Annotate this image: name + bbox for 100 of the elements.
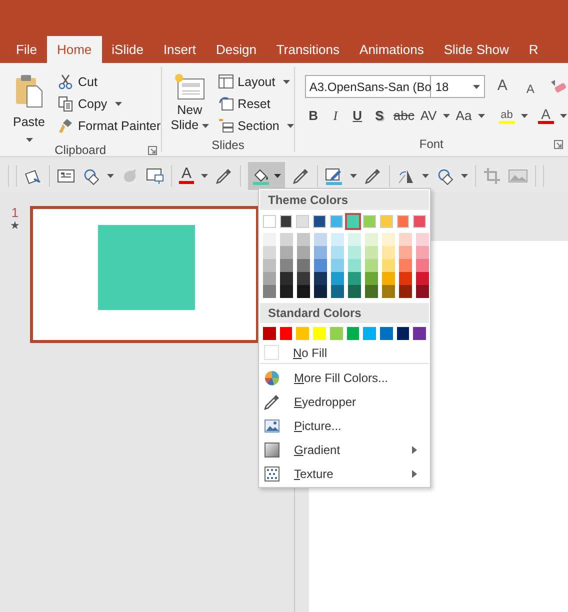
eyedropper-icon[interactable] — [215, 166, 233, 184]
font-color-button[interactable]: A — [538, 108, 554, 124]
caret-icon[interactable] — [560, 114, 567, 118]
layout-button[interactable]: Layout — [218, 71, 294, 93]
color-swatch[interactable] — [313, 327, 326, 340]
color-swatch[interactable] — [263, 246, 276, 259]
color-swatch[interactable] — [348, 259, 361, 272]
color-swatch[interactable] — [382, 246, 395, 259]
color-swatch[interactable] — [363, 215, 376, 228]
increase-font-size-button[interactable]: A — [491, 76, 514, 98]
color-swatch[interactable] — [365, 233, 378, 246]
color-swatch[interactable] — [380, 327, 393, 340]
color-swatch[interactable] — [314, 259, 327, 272]
copy-button[interactable]: Copy — [58, 93, 161, 115]
color-swatch[interactable] — [280, 215, 292, 228]
ribbon-tab[interactable]: R — [518, 36, 548, 63]
caret-icon[interactable] — [350, 174, 357, 178]
color-swatch[interactable] — [363, 327, 376, 340]
color-swatch[interactable] — [365, 285, 378, 298]
spacing-button[interactable]: AV — [420, 106, 437, 126]
caret-icon[interactable] — [283, 80, 290, 84]
caret-icon[interactable] — [461, 174, 468, 178]
font-color-button[interactable]: A — [179, 167, 194, 184]
color-swatch[interactable] — [416, 233, 429, 246]
color-swatch[interactable] — [263, 259, 276, 272]
color-swatch[interactable] — [396, 215, 410, 228]
color-swatch[interactable] — [280, 259, 293, 272]
color-swatch[interactable] — [348, 285, 361, 298]
font-size-field[interactable]: 18 — [431, 75, 486, 98]
shapes-icon[interactable] — [82, 166, 100, 184]
color-swatch[interactable] — [382, 259, 395, 272]
cut-button[interactable]: Cut — [58, 71, 161, 93]
color-swatch[interactable] — [263, 233, 276, 246]
color-swatch[interactable] — [280, 285, 293, 298]
menu-item[interactable]: Texture — [260, 462, 429, 486]
shapes-icon[interactable] — [436, 166, 454, 184]
color-swatch[interactable] — [382, 233, 395, 246]
color-swatch[interactable] — [382, 272, 395, 285]
color-swatch[interactable] — [416, 246, 429, 259]
paste-button[interactable]: Paste — [6, 67, 52, 142]
reset-button[interactable]: Reset — [218, 93, 294, 115]
caret-icon[interactable] — [202, 124, 209, 128]
no-fill-item[interactable]: No Fill — [260, 344, 429, 364]
color-swatch[interactable] — [396, 327, 410, 340]
color-swatch[interactable] — [263, 272, 276, 285]
dialog-launcher-icon[interactable] — [554, 140, 564, 149]
color-swatch[interactable] — [399, 246, 412, 259]
picture-monitor-icon[interactable] — [146, 166, 164, 184]
slide-thumbnail[interactable] — [30, 206, 259, 343]
ribbon-tab[interactable]: Animations — [350, 36, 434, 63]
outline-pen-icon[interactable] — [325, 166, 343, 184]
color-swatch[interactable] — [263, 327, 276, 340]
color-swatch[interactable] — [399, 259, 412, 272]
color-swatch[interactable] — [330, 327, 343, 340]
decrease-font-size-button[interactable]: A — [519, 76, 542, 98]
caret-icon[interactable] — [442, 114, 450, 118]
color-swatch[interactable] — [346, 327, 360, 340]
ribbon-tab[interactable]: File — [6, 36, 47, 63]
color-swatch[interactable] — [399, 233, 412, 246]
color-swatch[interactable] — [413, 327, 426, 340]
bold-button[interactable]: B — [305, 106, 322, 126]
eyedropper-icon[interactable] — [292, 166, 310, 184]
caret-icon[interactable] — [115, 102, 122, 106]
underline-button[interactable]: U — [349, 106, 366, 126]
strike-button[interactable]: abc — [393, 106, 414, 126]
caret-icon[interactable] — [287, 124, 294, 128]
menu-item[interactable]: Eyedropper — [260, 390, 429, 414]
color-swatch[interactable] — [280, 327, 292, 340]
menu-item[interactable]: More Fill Colors... — [260, 366, 429, 390]
color-swatch[interactable] — [314, 285, 327, 298]
color-swatch[interactable] — [348, 233, 361, 246]
ribbon-tab[interactable]: Slide Show — [434, 36, 519, 63]
menu-item[interactable]: Gradient — [260, 438, 429, 462]
color-swatch[interactable] — [365, 272, 378, 285]
color-swatch[interactable] — [280, 272, 293, 285]
color-swatch[interactable] — [263, 285, 276, 298]
caret-icon[interactable] — [201, 174, 208, 178]
caret-icon[interactable] — [26, 138, 32, 142]
caret-icon[interactable] — [274, 174, 281, 178]
color-swatch[interactable] — [280, 233, 293, 246]
color-swatch[interactable] — [297, 246, 310, 259]
color-swatch[interactable] — [330, 215, 343, 228]
crop-icon[interactable] — [483, 166, 501, 184]
ribbon-tab[interactable]: Transitions — [266, 36, 350, 63]
case-button[interactable]: Aa — [456, 106, 472, 126]
ribbon-tab[interactable]: Insert — [153, 36, 206, 63]
color-swatch[interactable] — [297, 233, 310, 246]
color-swatch[interactable] — [297, 259, 310, 272]
dialog-launcher-icon[interactable] — [148, 146, 157, 155]
caret-icon[interactable] — [107, 174, 114, 178]
shape-fill-button[interactable] — [248, 162, 285, 190]
color-swatch[interactable] — [348, 246, 361, 259]
shadow-button[interactable]: S — [371, 106, 388, 126]
color-swatch[interactable] — [314, 233, 327, 246]
ribbon-tab[interactable]: Home — [46, 36, 102, 63]
color-swatch[interactable] — [331, 259, 344, 272]
color-swatch[interactable] — [399, 272, 412, 285]
ribbon-tab[interactable]: iSlide — [102, 36, 154, 63]
color-swatch[interactable] — [416, 259, 429, 272]
menu-item[interactable]: Picture... — [260, 414, 429, 438]
